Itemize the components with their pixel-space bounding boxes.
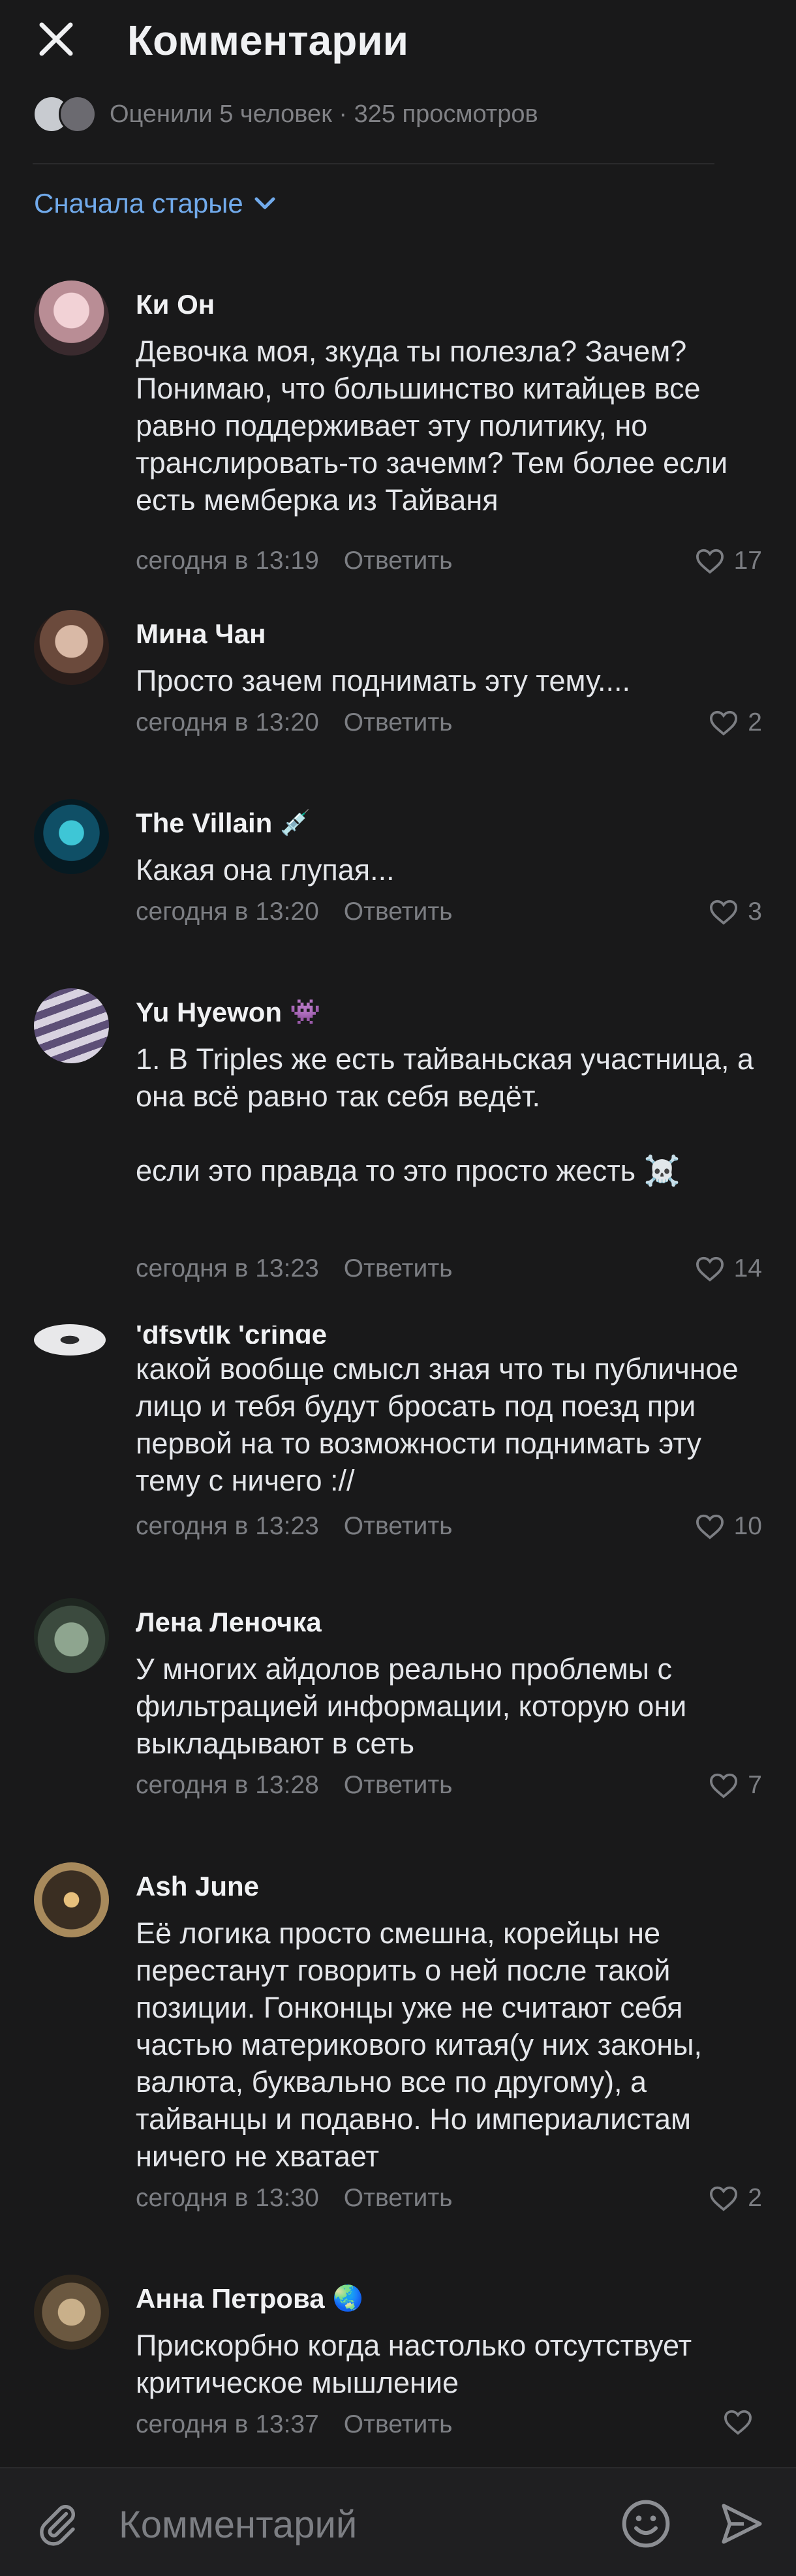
heart-icon [710, 2186, 738, 2211]
heart-icon [696, 549, 724, 574]
smile-icon [622, 2500, 670, 2548]
like-count: 14 [733, 1254, 762, 1282]
like-button[interactable]: 3 [709, 896, 762, 928]
comment-time: сегодня в 13:23 [136, 1254, 319, 1282]
comment-text: Девочка моя, зкуда ты полезла? Зачем? По… [136, 335, 728, 517]
heart-icon [696, 1256, 724, 1282]
comment-meta: сегодня в 13:19 Ответить [136, 545, 453, 577]
likes-summary-row[interactable]: Оценили 5 человек · 325 просмотров [33, 95, 538, 134]
comment-time: сегодня в 13:23 [136, 1512, 319, 1540]
heart-icon [710, 1773, 738, 1798]
comment-time: сегодня в 13:20 [136, 708, 319, 736]
like-button[interactable]: 17 [695, 545, 762, 577]
liker-avatar [59, 95, 97, 133]
comment-text: 1. В Triples же есть тайваньская участни… [136, 1042, 754, 1187]
like-button[interactable] [723, 2408, 762, 2436]
divider [33, 163, 714, 164]
comment-time: сегодня в 13:19 [136, 547, 319, 575]
comment-text: У многих айдолов реально проблемы с филь… [136, 1652, 687, 1760]
avatar[interactable] [34, 988, 109, 1063]
comment-author[interactable]: Yu Hyewon 👾 [136, 996, 320, 1029]
reply-button[interactable]: Ответить [344, 547, 453, 575]
chevron-down-icon [254, 197, 275, 209]
reply-button[interactable]: Ответить [344, 708, 453, 736]
avatar[interactable] [34, 1598, 109, 1673]
like-count: 2 [748, 708, 762, 736]
comment-time: сегодня в 13:20 [136, 898, 319, 926]
like-count: 3 [748, 898, 762, 926]
comment-meta: сегодня в 13:20 Ответить [136, 706, 453, 739]
like-button[interactable]: 7 [709, 1769, 762, 1802]
heart-icon [696, 1514, 724, 1539]
avatar[interactable] [34, 280, 109, 356]
close-button[interactable] [38, 20, 90, 59]
sort-dropdown[interactable]: Сначала старые [34, 188, 276, 219]
comment-author[interactable]: 'dfsytlk 'cringe [136, 1326, 327, 1344]
paperclip-icon [40, 2505, 75, 2546]
avatar[interactable] [34, 1862, 109, 1937]
comment-time: сегодня в 13:37 [136, 2410, 319, 2438]
reply-button[interactable]: Ответить [344, 898, 453, 926]
header: Комментарии [0, 0, 796, 78]
comment-meta: сегодня в 13:20 Ответить [136, 896, 453, 928]
heart-icon [724, 2410, 752, 2435]
close-icon [39, 22, 73, 56]
comment-author[interactable]: Мина Чан [136, 618, 266, 650]
reply-button[interactable]: Ответить [344, 2410, 453, 2438]
likes-summary-text: Оценили 5 человек · 325 просмотров [110, 100, 538, 128]
comment-text: Прискорбно когда настолько отсутствует к… [136, 2329, 692, 2399]
like-button[interactable]: 10 [695, 1510, 762, 1543]
like-button[interactable]: 14 [695, 1252, 762, 1285]
like-count: 2 [748, 2184, 762, 2212]
like-count: 17 [733, 547, 762, 575]
comment-text: какой вообще смысл зная что ты публичное… [136, 1352, 739, 1497]
comment-meta: сегодня в 13:23 Ответить [136, 1510, 453, 1543]
avatar[interactable] [34, 1324, 106, 1356]
heart-icon [710, 710, 738, 736]
comment-meta: сегодня в 13:28 Ответить [136, 1769, 453, 1802]
comment-text: Просто зачем поднимать эту тему.... [136, 664, 630, 697]
comment-compose-bar [0, 2467, 796, 2576]
like-button[interactable]: 2 [709, 706, 762, 739]
comment-time: сегодня в 13:28 [136, 1771, 319, 1799]
like-count: 7 [748, 1771, 762, 1799]
comment-author[interactable]: Анна Петрова 🌏 [136, 2282, 363, 2315]
send-icon [722, 2504, 762, 2544]
reply-button[interactable]: Ответить [344, 1771, 453, 1799]
reply-button[interactable]: Ответить [344, 1254, 453, 1282]
syringe-emoji: 💉 [280, 810, 311, 837]
alien-monster-emoji: 👾 [290, 999, 321, 1026]
comment-author[interactable]: Лена Леночка [136, 1606, 322, 1639]
send-button[interactable] [718, 2500, 766, 2551]
comment-meta: сегодня в 13:30 Ответить [136, 2182, 453, 2215]
like-button[interactable]: 2 [709, 2182, 762, 2215]
comment-author[interactable]: Ки Он [136, 288, 215, 321]
comment-time: сегодня в 13:30 [136, 2184, 319, 2212]
comment-author[interactable]: The Villain 💉 [136, 807, 311, 840]
avatar[interactable] [34, 799, 109, 874]
sort-label: Сначала старые [34, 188, 243, 219]
avatar[interactable] [34, 610, 109, 685]
avatar[interactable] [34, 2275, 109, 2350]
like-count: 10 [733, 1512, 762, 1540]
attach-button[interactable] [34, 2501, 81, 2551]
comment-meta: сегодня в 13:23 Ответить [136, 1252, 453, 1285]
reply-button[interactable]: Ответить [344, 2184, 453, 2212]
emoji-button[interactable] [620, 2498, 672, 2553]
comment-text: Её логика просто смешна, корейцы не пере… [136, 1917, 703, 2173]
globe-emoji: 🌏 [332, 2285, 363, 2312]
comment-meta: сегодня в 13:37 Ответить [136, 2408, 453, 2441]
comment-input[interactable] [117, 2494, 603, 2554]
comment-author[interactable]: Ash June [136, 1870, 259, 1903]
comment-text: Какая она глупая... [136, 853, 395, 886]
page-title: Комментарии [127, 17, 408, 64]
heart-icon [710, 900, 738, 925]
reply-button[interactable]: Ответить [344, 1512, 453, 1540]
